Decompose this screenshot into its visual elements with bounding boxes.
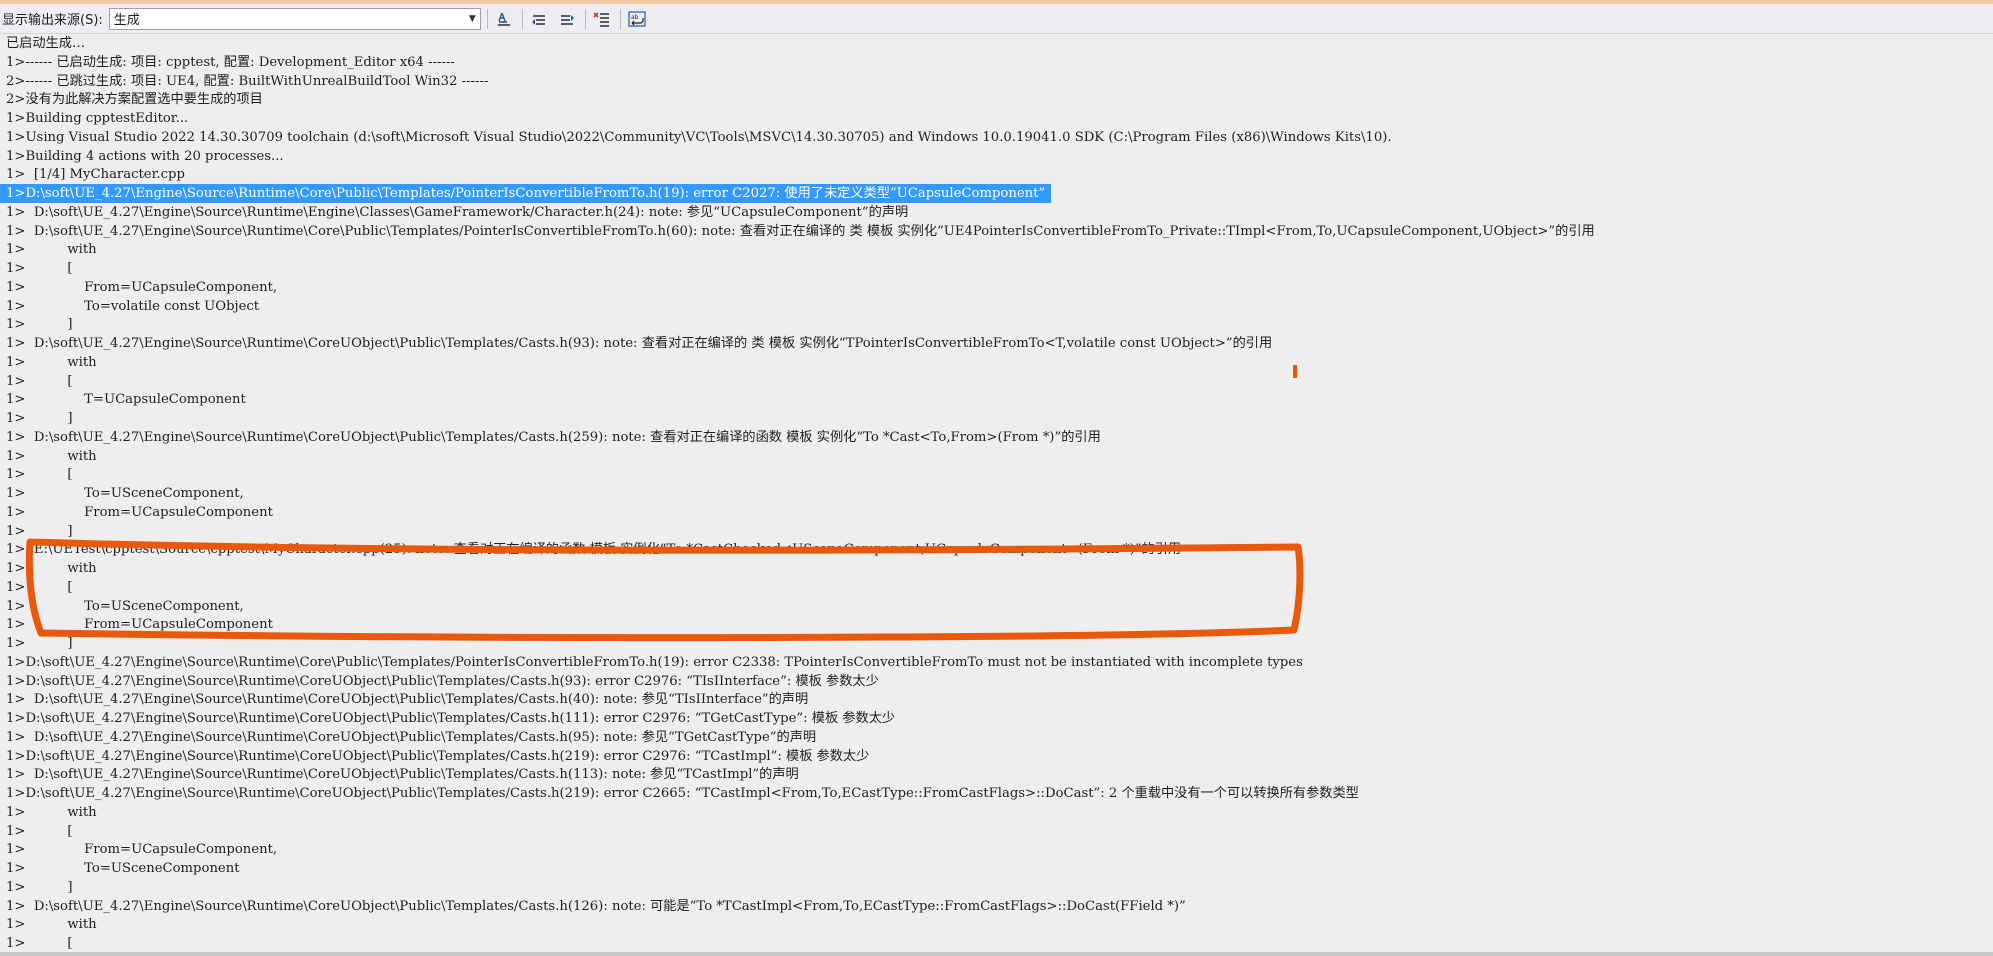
- output-line: 1>D:\soft\UE_4.27\Engine\Source\Runtime\…: [6, 654, 1303, 670]
- output-line: 1> D:\soft\UE_4.27\Engine\Source\Runtime…: [6, 692, 809, 708]
- output-line: 1> ]: [6, 317, 73, 333]
- clear-all-button[interactable]: [590, 7, 614, 31]
- output-line: 1> D:\soft\UE_4.27\Engine\Source\Runtime…: [6, 429, 1101, 445]
- output-line: 1> ]: [6, 523, 73, 539]
- output-line: 1> From=UCapsuleComponent: [6, 617, 273, 633]
- output-line: 1> D:\soft\UE_4.27\Engine\Source\Runtime…: [6, 204, 909, 220]
- source-dropdown-value: 生成: [113, 13, 140, 28]
- output-line: 2>------ 已跳过生成: 项目: UE4, 配置: BuiltWithUn…: [6, 73, 489, 89]
- output-line: 1> To=USceneComponent,: [6, 486, 244, 501]
- output-line: 1>D:\soft\UE_4.27\Engine\Source\Runtime\…: [6, 748, 870, 764]
- prev-message-icon: [531, 14, 545, 25]
- output-line: 1> [: [6, 261, 73, 276]
- output-line: 1> [: [6, 373, 73, 389]
- next-message-icon: [560, 14, 574, 25]
- output-line: 1>Building 4 actions with 20 processes..…: [6, 148, 284, 164]
- toolbar-separator: [486, 8, 488, 29]
- output-line: 1> [: [6, 579, 73, 595]
- output-line: 1>D:\soft\UE_4.27\Engine\Source\Runtime\…: [6, 711, 896, 726]
- output-line: 1>D:\soft\UE_4.27\Engine\Source\Runtime\…: [0, 184, 1052, 203]
- next-message-button[interactable]: [555, 7, 579, 31]
- output-line: 1> From=UCapsuleComponent: [6, 504, 273, 520]
- output-line: 1> [: [6, 467, 73, 483]
- output-line: 已启动生成…: [6, 36, 86, 51]
- find-message-icon: [497, 12, 510, 26]
- output-line: 1> with: [6, 242, 97, 258]
- output-line: 1> D:\soft\UE_4.27\Engine\Source\Runtime…: [6, 223, 1595, 239]
- bottom-border: [0, 952, 1993, 956]
- source-label: 显示输出来源(S):: [2, 13, 103, 28]
- toolbar-separator: [584, 8, 586, 29]
- chevron-down-icon: ▼: [468, 13, 476, 24]
- find-message-button[interactable]: [492, 7, 516, 31]
- output-line: 1> ]: [6, 879, 73, 895]
- output-line: 1> ]: [6, 411, 73, 426]
- output-line: 1> To=USceneComponent: [6, 861, 240, 876]
- output-line: 1> D:\soft\UE_4.27\Engine\Source\Runtime…: [6, 729, 817, 745]
- toolbar-separator: [521, 8, 523, 29]
- output-line: 1>D:\soft\UE_4.27\Engine\Source\Runtime\…: [6, 786, 1359, 801]
- output-line: 1> with: [6, 917, 97, 933]
- output-line: 1> with: [6, 354, 97, 370]
- output-line: 1> E:\UETest\cpptest\Source\cpptest\MyCh…: [6, 542, 1182, 558]
- svg-text:ab: ab: [631, 14, 639, 21]
- clear-all-icon: [593, 11, 609, 27]
- output-line: 1>------ 已启动生成: 项目: cpptest, 配置: Develop…: [6, 54, 455, 70]
- output-line: 1> [1/4] MyCharacter.cpp: [6, 167, 185, 183]
- output-line: 1> D:\soft\UE_4.27\Engine\Source\Runtime…: [6, 336, 1273, 351]
- prev-message-button[interactable]: [527, 7, 551, 31]
- output-line: 1> with: [6, 804, 97, 820]
- output-line: 1> with: [6, 561, 97, 576]
- source-dropdown[interactable]: 生成 ▼: [108, 7, 481, 30]
- output-line: 1> [: [6, 823, 73, 839]
- output-line: 1> To=volatile const UObject: [6, 298, 260, 314]
- output-line: 1>D:\soft\UE_4.27\Engine\Source\Runtime\…: [6, 673, 879, 689]
- output-line: 1> ]: [6, 636, 73, 651]
- output-line: 1> D:\soft\UE_4.27\Engine\Source\Runtime…: [6, 767, 799, 783]
- output-line: 1> [: [6, 936, 73, 951]
- output-line: 1> D:\soft\UE_4.27\Engine\Source\Runtime…: [6, 898, 1186, 914]
- output-line: 1> From=UCapsuleComponent,: [6, 279, 278, 295]
- output-pane[interactable]: 已启动生成… 1>------ 已启动生成: 项目: cpptest, 配置: D…: [0, 34, 1993, 952]
- output-line: 1> T=UCapsuleComponent: [6, 392, 246, 408]
- output-line: 1>Using Visual Studio 2022 14.30.30709 t…: [6, 129, 1392, 145]
- word-wrap-toggle[interactable]: ab: [625, 7, 649, 31]
- output-line: 2>没有为此解决方案配置选中要生成的项目: [6, 92, 263, 108]
- output-line: 1> To=USceneComponent,: [6, 598, 244, 614]
- word-wrap-icon: ab: [628, 10, 646, 27]
- output-line: 1> From=UCapsuleComponent,: [6, 842, 278, 858]
- output-toolbar: 显示输出来源(S): 生成 ▼ ab: [0, 4, 1993, 34]
- output-line: 1>Building cpptestEditor...: [6, 111, 189, 126]
- output-line: 1> with: [6, 448, 97, 464]
- toolbar-separator: [619, 8, 621, 29]
